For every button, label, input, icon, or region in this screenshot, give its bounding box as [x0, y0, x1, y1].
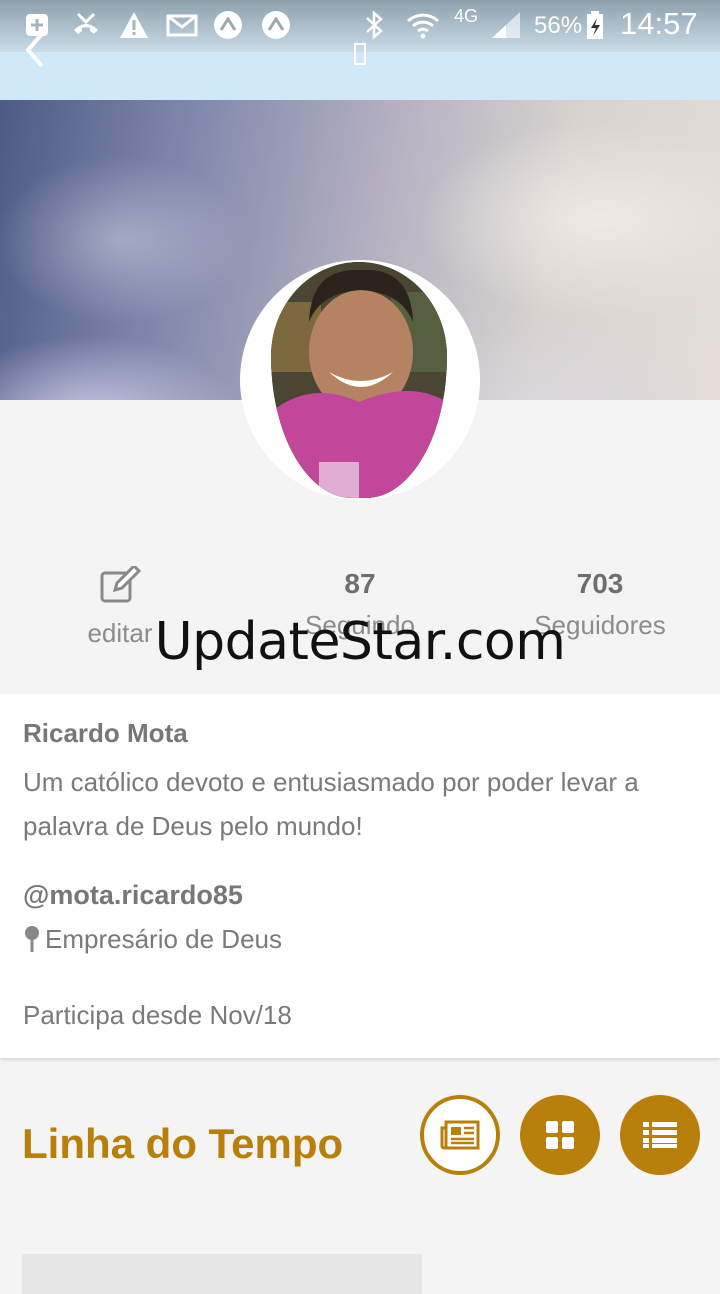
list-icon [643, 1122, 677, 1148]
grid-view-button[interactable] [520, 1095, 600, 1175]
signal-icon [492, 12, 520, 38]
mail-icon [166, 14, 198, 37]
timeline-title: Linha do Tempo [22, 1120, 344, 1167]
battery-icon [587, 11, 603, 39]
app-icon [262, 11, 290, 39]
back-arrow-icon[interactable] [22, 30, 48, 70]
profile-location: Empresário de Deus [23, 924, 282, 955]
member-since: Participa desde Nov/18 [23, 1000, 292, 1030]
wifi-icon [406, 13, 440, 39]
edit-icon [100, 566, 141, 603]
newspaper-icon [440, 1120, 480, 1150]
profile-handle: @mota.ricardo85 [23, 880, 243, 910]
missed-call-icon [74, 12, 98, 34]
list-view-button[interactable] [620, 1095, 700, 1175]
grid-icon [546, 1121, 574, 1149]
timeline-post-card[interactable] [22, 1254, 422, 1294]
app-icon [214, 11, 242, 39]
profile-name: Ricardo Mota [23, 718, 188, 748]
battery-level: 56% [534, 12, 583, 39]
profile-info-card: Ricardo Mota Um católico devoto e entusi… [0, 694, 720, 1058]
location-pin-icon [25, 926, 39, 952]
bluetooth-icon [366, 10, 383, 40]
watermark: UpdateStar.com [154, 612, 566, 672]
clock: 14:57 [620, 6, 698, 41]
network-type: 4G [454, 6, 479, 26]
profile-bio: Um católico devoto e entusiasmado por po… [23, 767, 639, 841]
following-count: 87 [344, 568, 376, 599]
warning-icon [120, 12, 148, 38]
followers-count: 703 [576, 568, 624, 599]
vibrate-icon [354, 43, 366, 65]
location-text: Empresário de Deus [45, 924, 282, 954]
news-view-button[interactable] [420, 1095, 500, 1175]
